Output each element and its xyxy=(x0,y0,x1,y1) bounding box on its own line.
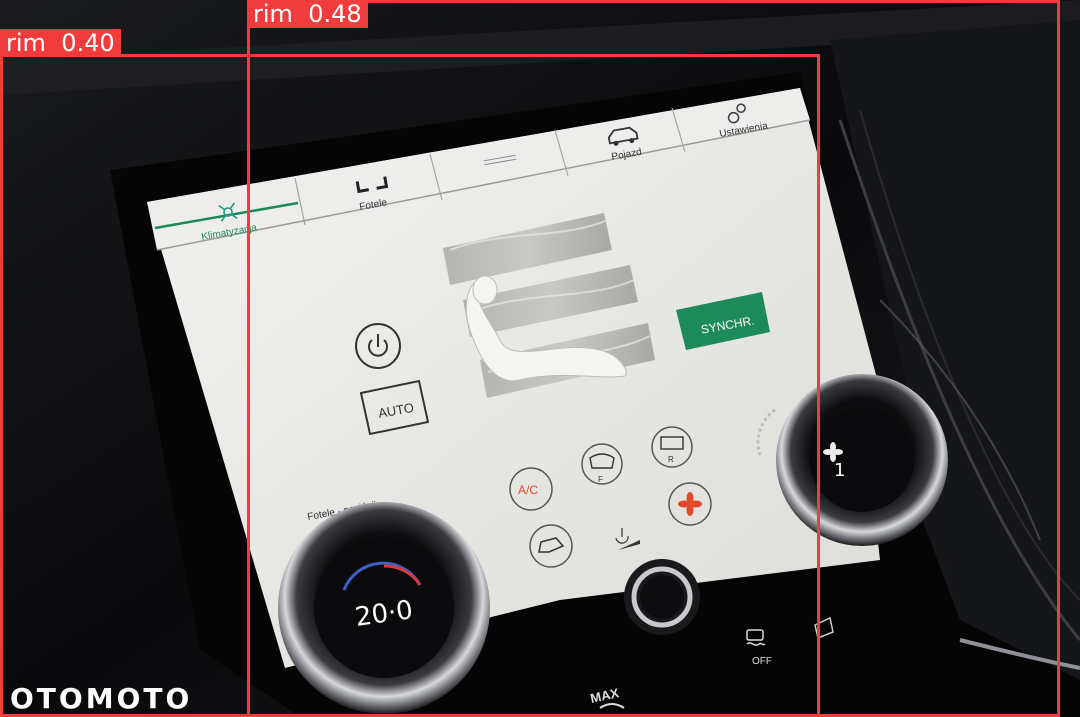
otomoto-watermark: OTOMOTO xyxy=(10,682,193,715)
rim-detection-label-2: rim 0.48 xyxy=(247,0,368,28)
rim-detection-box-2 xyxy=(247,0,1060,717)
rim-detection-label-1: rim 0.40 xyxy=(0,29,121,57)
